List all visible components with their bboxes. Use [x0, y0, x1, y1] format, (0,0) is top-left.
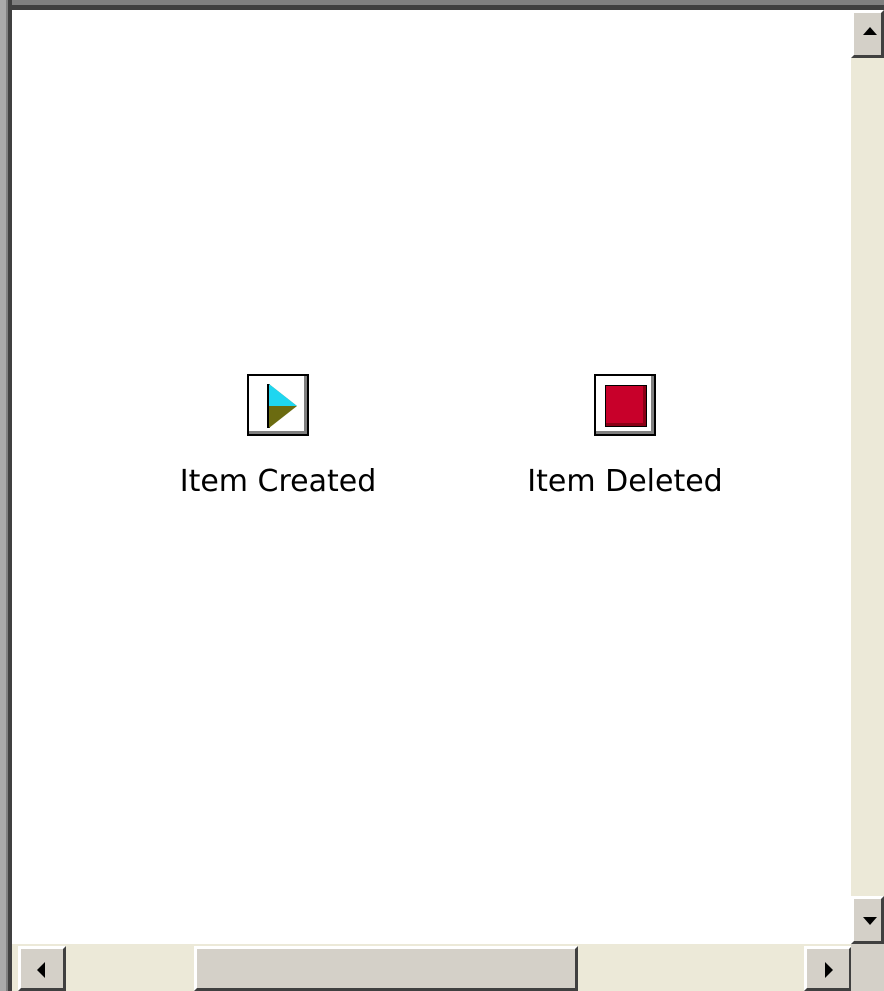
arrow-right-icon — [825, 962, 833, 978]
window-left-border — [0, 0, 12, 991]
list-item-item-created[interactable]: Item Created — [158, 374, 398, 500]
list-view[interactable]: Item Created Item Deleted — [12, 10, 851, 944]
horizontal-scrollbar[interactable] — [12, 944, 852, 991]
window-top-border — [12, 0, 884, 10]
scroll-left-button[interactable] — [18, 946, 66, 991]
scroll-right-button[interactable] — [804, 946, 852, 991]
list-item-label: Item Deleted — [527, 464, 723, 499]
list-item-label: Item Created — [179, 464, 377, 499]
vertical-scrollbar[interactable] — [851, 10, 884, 944]
play-icon[interactable] — [247, 374, 309, 436]
play-icon-glyph — [269, 384, 297, 428]
horizontal-scroll-thumb[interactable] — [194, 946, 578, 991]
scrollbar-corner — [851, 944, 884, 991]
window-frame: Item Created Item Deleted — [0, 0, 884, 991]
list-item-item-deleted[interactable]: Item Deleted — [505, 374, 745, 500]
stop-icon[interactable] — [594, 374, 656, 436]
scroll-down-button[interactable] — [851, 896, 884, 944]
scroll-up-button[interactable] — [851, 10, 884, 58]
stop-icon-glyph — [605, 385, 647, 427]
arrow-up-icon — [863, 27, 877, 35]
arrow-left-icon — [37, 962, 45, 978]
arrow-down-icon — [863, 917, 877, 925]
